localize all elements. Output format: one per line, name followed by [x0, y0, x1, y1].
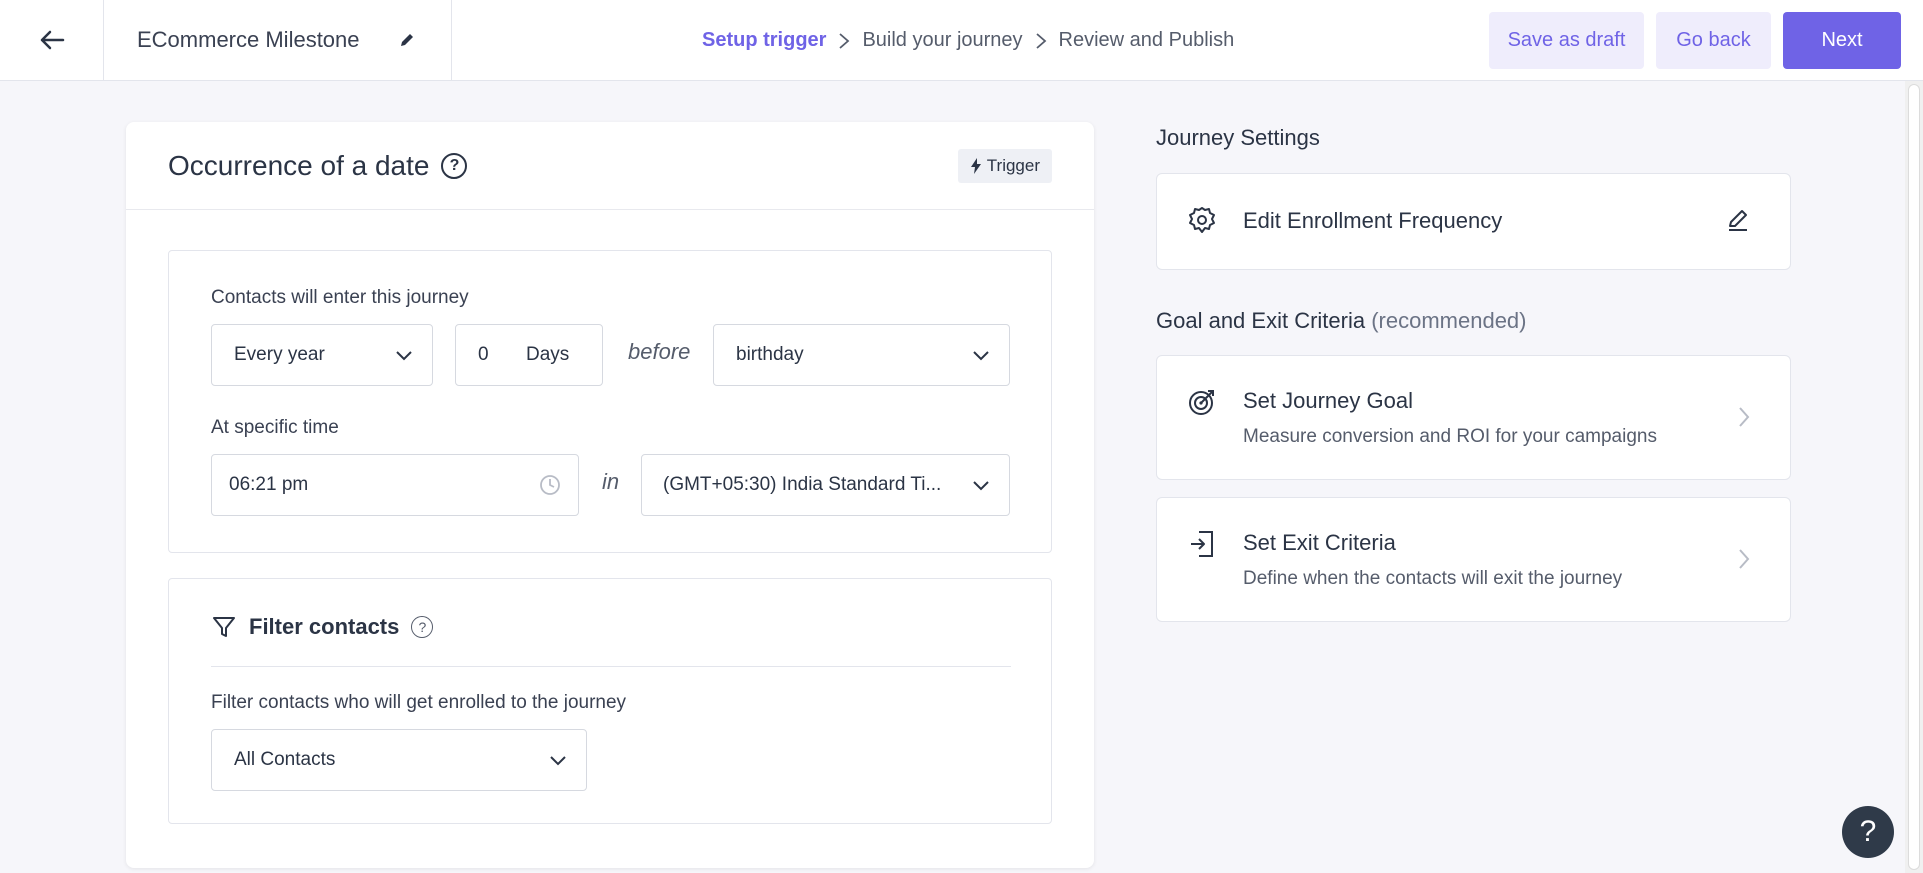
frequency-value: Every year: [234, 344, 325, 365]
filter-contacts-section: Filter contacts ? Filter contacts who wi…: [168, 578, 1052, 824]
chevron-right-icon: [838, 32, 850, 50]
arrow-left-icon: [40, 30, 64, 50]
goal-exit-heading: Goal and Exit Criteria (recommended): [1156, 308, 1527, 334]
clock-icon: [522, 474, 578, 496]
filter-title: Filter contacts: [249, 614, 400, 639]
back-arrow-button[interactable]: [0, 0, 104, 81]
go-back-button[interactable]: Go back: [1656, 12, 1771, 69]
in-text: in: [602, 469, 620, 494]
days-input[interactable]: 0 Days: [455, 324, 603, 386]
help-circle-icon[interactable]: ?: [441, 152, 468, 179]
timezone-select[interactable]: (GMT+05:30) India Standard Ti...: [641, 454, 1010, 516]
chevron-down-icon: [953, 480, 1009, 491]
help-button[interactable]: ?: [1842, 806, 1894, 858]
save-draft-button[interactable]: Save as draft: [1489, 12, 1644, 69]
scrollbar-thumb[interactable]: [1908, 84, 1920, 870]
time-value: 06:21 pm: [229, 474, 309, 495]
chevron-down-icon: [376, 350, 432, 361]
enrollment-label: Edit Enrollment Frequency: [1243, 208, 1503, 233]
goal-title: Set Journey Goal: [1243, 388, 1413, 413]
chevron-right-icon: [1738, 406, 1750, 433]
trigger-badge: Trigger: [957, 148, 1052, 183]
date-field-select[interactable]: birthday: [713, 324, 1010, 386]
edit-enrollment-card[interactable]: Edit Enrollment Frequency: [1156, 173, 1791, 270]
contact-filter-select[interactable]: All Contacts: [211, 729, 587, 791]
chevron-down-icon: [953, 350, 1009, 361]
set-journey-goal-card[interactable]: Set Journey Goal Measure conversion and …: [1156, 355, 1791, 480]
exit-icon: [1187, 529, 1217, 564]
step-setup-trigger[interactable]: Setup trigger: [702, 29, 826, 52]
trigger-title: Occurrence of a date: [168, 149, 430, 181]
entry-settings-section: Contacts will enter this journey Every y…: [168, 250, 1052, 553]
chevron-right-icon: [1035, 32, 1047, 50]
exit-description: Define when the contacts will exit the j…: [1243, 568, 1623, 589]
goal-exit-heading-text: Goal and Exit Criteria: [1156, 308, 1366, 333]
step-review-publish[interactable]: Review and Publish: [1059, 29, 1235, 52]
header-actions: Save as draft Go back Next: [1489, 12, 1901, 69]
trigger-card: Occurrence of a date ? Trigger Contacts …: [126, 122, 1094, 868]
funnel-icon: [213, 617, 235, 637]
chevron-right-icon: [1738, 548, 1750, 575]
filter-header: Filter contacts ?: [211, 614, 434, 640]
date-field-value: birthday: [736, 344, 804, 365]
filter-description: Filter contacts who will get enrolled to…: [211, 692, 627, 713]
days-value: 0: [478, 344, 489, 365]
goal-description: Measure conversion and ROI for your camp…: [1243, 426, 1657, 447]
chevron-down-icon: [530, 755, 586, 766]
help-circle-icon[interactable]: ?: [411, 616, 434, 638]
top-header: ECommerce Milestone Setup trigger Build …: [0, 0, 1923, 81]
edit-title-button[interactable]: [399, 32, 415, 48]
step-breadcrumb: Setup trigger Build your journey Review …: [702, 0, 1234, 81]
days-unit: Days: [526, 344, 570, 365]
pencil-icon: [401, 34, 413, 46]
gear-icon: [1187, 205, 1217, 240]
entry-label: Contacts will enter this journey: [211, 287, 469, 308]
exit-title: Set Exit Criteria: [1243, 530, 1396, 555]
divider: [211, 666, 1011, 667]
before-text: before: [628, 339, 691, 364]
lightning-icon: [970, 157, 981, 174]
filter-value: All Contacts: [234, 749, 336, 770]
trigger-badge-label: Trigger: [986, 155, 1040, 175]
edit-pencil-icon[interactable]: [1726, 208, 1750, 237]
journey-settings-heading: Journey Settings: [1156, 125, 1320, 150]
timezone-value: (GMT+05:30) India Standard Ti...: [663, 474, 942, 495]
trigger-title-wrap: Occurrence of a date ?: [168, 149, 468, 182]
time-input[interactable]: 06:21 pm: [211, 454, 579, 516]
time-label: At specific time: [211, 417, 339, 438]
step-build-journey[interactable]: Build your journey: [862, 29, 1022, 52]
target-icon: [1187, 387, 1217, 422]
recommended-note: (recommended): [1371, 308, 1527, 333]
trigger-card-header: Occurrence of a date ? Trigger: [126, 122, 1094, 210]
set-exit-criteria-card[interactable]: Set Exit Criteria Define when the contac…: [1156, 497, 1791, 622]
journey-title-area: ECommerce Milestone: [104, 0, 452, 81]
next-button[interactable]: Next: [1783, 12, 1901, 69]
frequency-select[interactable]: Every year: [211, 324, 433, 386]
journey-title: ECommerce Milestone: [137, 27, 360, 52]
